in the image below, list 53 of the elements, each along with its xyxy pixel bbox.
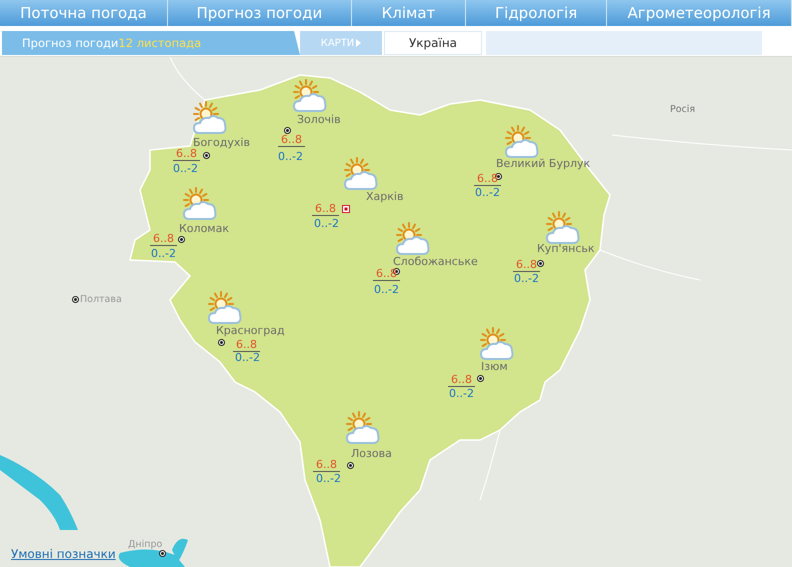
night-temperature: 0..-2 bbox=[235, 351, 260, 364]
day-temperature: 6..8 bbox=[448, 373, 475, 387]
town-name: Богодухів bbox=[193, 136, 250, 149]
forecast-date: 12 листопада bbox=[118, 36, 202, 50]
night-temperature: 0..-2 bbox=[475, 186, 500, 199]
place-label: Дніпро bbox=[128, 539, 162, 550]
town-name: Куп'янськ bbox=[537, 242, 595, 255]
sun-cloud-icon bbox=[479, 327, 515, 361]
night-temperature: 0..-2 bbox=[151, 247, 176, 260]
day-temperature: 6..8 bbox=[312, 202, 339, 216]
legend-link[interactable]: Умовні позначки bbox=[11, 547, 116, 561]
breadcrumb-title: Прогноз погоди bbox=[22, 36, 118, 50]
sun-cloud-icon bbox=[345, 411, 381, 445]
day-temperature: 6..8 bbox=[233, 338, 260, 352]
maps-button[interactable]: КАРТИ bbox=[300, 31, 382, 55]
sun-cloud-icon bbox=[182, 187, 218, 221]
day-temperature: 6..8 bbox=[513, 258, 540, 272]
sun-cloud-icon bbox=[545, 211, 581, 245]
night-temperature: 0..-2 bbox=[449, 387, 474, 400]
sun-cloud-icon bbox=[192, 101, 228, 135]
night-temperature: 0..-2 bbox=[316, 472, 341, 485]
nav-tab[interactable]: Агрометеорологія bbox=[607, 0, 792, 26]
nav-tab[interactable]: Клімат bbox=[352, 0, 466, 26]
sun-cloud-icon bbox=[343, 157, 379, 191]
day-temperature: 6..8 bbox=[474, 172, 501, 186]
town-name: Лозова bbox=[351, 447, 392, 460]
day-temperature: 6..8 bbox=[150, 232, 177, 246]
place-label: Росія bbox=[670, 104, 696, 115]
nav-tab[interactable]: Поточна погода bbox=[0, 0, 168, 26]
sun-cloud-icon bbox=[292, 79, 328, 113]
town-name: Коломак bbox=[179, 222, 229, 235]
day-temperature: 6..8 bbox=[373, 267, 400, 281]
sun-cloud-icon bbox=[395, 222, 431, 256]
town-name: Красноград bbox=[216, 324, 285, 337]
caret-icon bbox=[356, 39, 362, 47]
day-temperature: 6..8 bbox=[313, 458, 340, 472]
night-temperature: 0..-2 bbox=[374, 283, 399, 296]
night-temperature: 0..-2 bbox=[173, 162, 198, 175]
nav-tab[interactable]: Гідрологія bbox=[466, 0, 608, 26]
town-name: Харків bbox=[366, 190, 404, 203]
town-name: Ізюм bbox=[481, 360, 508, 373]
region-tab[interactable]: Україна bbox=[384, 31, 482, 55]
night-temperature: 0..-2 bbox=[314, 217, 339, 230]
sun-cloud-icon bbox=[207, 291, 243, 325]
night-temperature: 0..-2 bbox=[278, 150, 303, 163]
night-temperature: 0..-2 bbox=[514, 272, 539, 285]
town-name: Золочів bbox=[297, 113, 341, 126]
town-name: Слобожанське bbox=[393, 255, 478, 268]
day-temperature: 6..8 bbox=[278, 133, 305, 147]
sun-cloud-icon bbox=[504, 125, 540, 159]
place-label: Полтава bbox=[80, 294, 122, 305]
nav-tab[interactable]: Прогноз погоди bbox=[168, 0, 352, 26]
day-temperature: 6..8 bbox=[173, 147, 200, 161]
